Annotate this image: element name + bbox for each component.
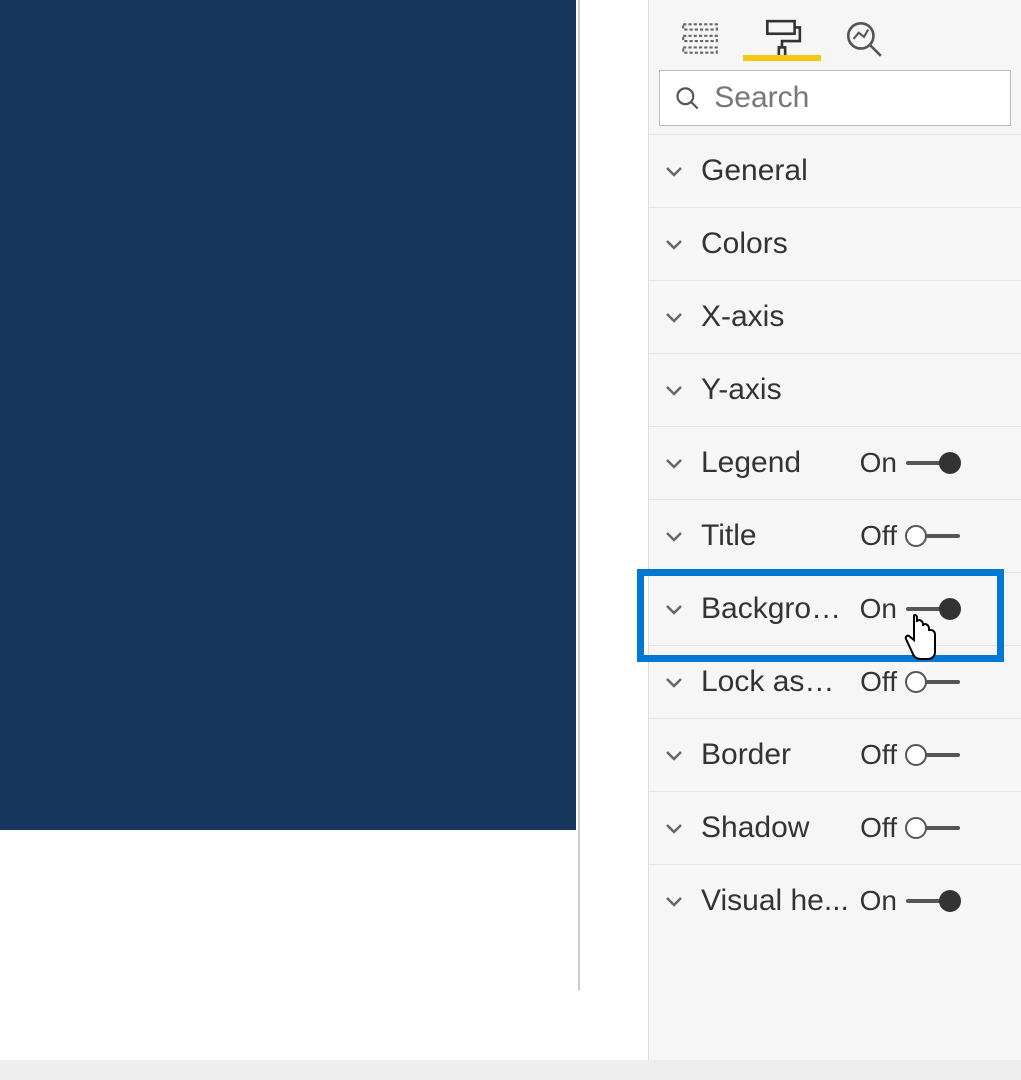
fields-tab[interactable]: [679, 0, 721, 60]
visualheader-toggle[interactable]: On: [851, 885, 961, 917]
section-background[interactable]: Backgrou... On: [649, 572, 1021, 645]
chevron-down-icon: [659, 886, 689, 916]
toggle-switch[interactable]: [905, 671, 961, 693]
toggle-state-text: On: [851, 885, 897, 917]
paint-roller-icon: [761, 18, 803, 60]
toggle-switch[interactable]: [905, 598, 961, 620]
toggle-state-text: Off: [851, 666, 897, 698]
chevron-down-icon: [659, 521, 689, 551]
search-input[interactable]: [714, 81, 996, 115]
section-yaxis[interactable]: Y-axis: [649, 353, 1021, 426]
search-box[interactable]: [659, 70, 1011, 126]
chevron-down-icon: [659, 375, 689, 405]
section-border[interactable]: Border Off: [649, 718, 1021, 791]
active-tab-indicator: [743, 55, 821, 61]
format-tab[interactable]: [761, 0, 803, 60]
report-canvas: [0, 0, 580, 990]
toggle-state-text: On: [851, 593, 897, 625]
toggle-switch[interactable]: [905, 890, 961, 912]
toggle-switch[interactable]: [905, 744, 961, 766]
section-label: Border: [701, 738, 851, 772]
format-pane: General Colors X-axis Y-axis Legend On: [648, 0, 1021, 1080]
border-toggle[interactable]: Off: [851, 739, 961, 771]
section-label: Shadow: [701, 811, 851, 845]
toggle-switch[interactable]: [905, 525, 961, 547]
section-label: Lock aspe...: [701, 665, 851, 699]
toggle-state-text: Off: [851, 520, 897, 552]
section-label: Visual he...: [701, 884, 851, 918]
section-label: X-axis: [701, 300, 851, 334]
fields-icon: [679, 18, 721, 60]
legend-toggle[interactable]: On: [851, 447, 961, 479]
section-label: Title: [701, 519, 851, 553]
background-toggle[interactable]: On: [851, 593, 961, 625]
section-shadow[interactable]: Shadow Off: [649, 791, 1021, 864]
section-title[interactable]: Title Off: [649, 499, 1021, 572]
section-label: Colors: [701, 227, 851, 261]
toggle-state-text: Off: [851, 739, 897, 771]
section-xaxis[interactable]: X-axis: [649, 280, 1021, 353]
toggle-state-text: Off: [851, 812, 897, 844]
chevron-down-icon: [659, 302, 689, 332]
section-lockaspect[interactable]: Lock aspe... Off: [649, 645, 1021, 718]
chevron-down-icon: [659, 594, 689, 624]
title-toggle[interactable]: Off: [851, 520, 961, 552]
section-colors[interactable]: Colors: [649, 207, 1021, 280]
lockaspect-toggle[interactable]: Off: [851, 666, 961, 698]
chevron-down-icon: [659, 229, 689, 259]
analytics-icon: [843, 18, 885, 60]
chevron-down-icon: [659, 156, 689, 186]
section-general[interactable]: General: [649, 134, 1021, 207]
search-icon: [674, 83, 700, 113]
toggle-switch[interactable]: [905, 452, 961, 474]
analytics-tab[interactable]: [843, 0, 885, 60]
section-label: Backgrou...: [701, 592, 851, 626]
toggle-state-text: On: [851, 447, 897, 479]
section-label: General: [701, 154, 851, 188]
chevron-down-icon: [659, 448, 689, 478]
section-label: Legend: [701, 446, 851, 480]
shadow-toggle[interactable]: Off: [851, 812, 961, 844]
bottom-bar: [0, 1060, 1021, 1080]
section-label: Y-axis: [701, 373, 851, 407]
chevron-down-icon: [659, 740, 689, 770]
chevron-down-icon: [659, 667, 689, 697]
pane-tabs: [649, 0, 1021, 60]
section-legend[interactable]: Legend On: [649, 426, 1021, 499]
chevron-down-icon: [659, 813, 689, 843]
section-visualheader[interactable]: Visual he... On: [649, 864, 1021, 937]
toggle-switch[interactable]: [905, 817, 961, 839]
visual-background[interactable]: [0, 0, 576, 830]
